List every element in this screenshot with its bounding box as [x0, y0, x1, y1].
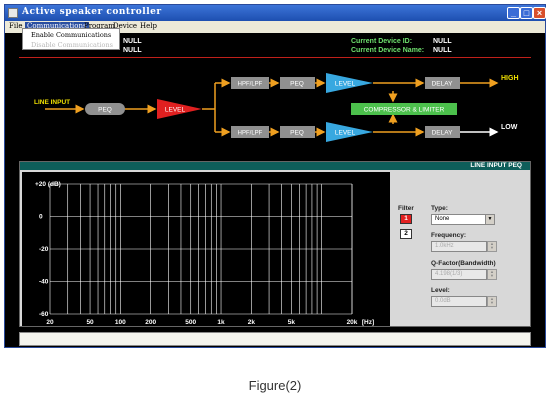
eq-y-axis-label: +20 (dB) [35, 181, 61, 188]
low-delay-label: DELAY [432, 130, 453, 137]
eq-x-axis-label: 500 [185, 319, 196, 326]
status-value-1: NULL [123, 38, 142, 45]
filter-1-button[interactable]: 1 [400, 214, 412, 224]
frequency-label: Frequency: [431, 232, 467, 239]
low-peq-label: PEQ [290, 130, 304, 137]
eq-x-axis-label: [Hz] [362, 319, 374, 326]
type-select[interactable]: None ▼ [431, 214, 495, 225]
qfactor-field[interactable]: 4.198(1/3) [431, 269, 487, 280]
compressor-limiter-label: COMPRESSOR & LIMITER [364, 107, 445, 114]
app-icon [8, 8, 18, 18]
high-hpf-lpf-label: HPF/LPF [238, 82, 263, 88]
low-hpf-lpf-label: HPF/LPF [238, 131, 263, 137]
menu-help[interactable]: Help [140, 22, 157, 30]
app-window: Active speaker controller _ □ × File Com… [4, 4, 546, 348]
filter-label: Filter [398, 205, 414, 212]
frequency-spinner[interactable]: ▲ ▼ [487, 241, 497, 252]
high-level-label: LEVEL [335, 81, 356, 88]
disable-communications-item[interactable]: Disable Communications [31, 41, 113, 49]
level-field[interactable]: 0.0dB [431, 296, 487, 307]
eq-y-axis-label: 0 [39, 214, 43, 221]
chevron-down-icon: ▼ [485, 215, 494, 224]
frequency-field[interactable]: 1.0kHz [431, 241, 487, 252]
peq-panel-title: LINE INPUT PEQ [470, 162, 522, 169]
peq-panel: LINE INPUT PEQ +20 (dB) 0 -20 -40 -60 20 50 10… [19, 161, 531, 327]
eq-y-axis-label: -20 [39, 246, 49, 253]
level-spinner[interactable]: ▲ ▼ [487, 296, 497, 307]
input-level-label: LEVEL [165, 107, 186, 114]
eq-x-axis-label: 20 [46, 319, 54, 326]
high-output-label: HIGH [501, 75, 519, 82]
title-bar: Active speaker controller _ □ × [5, 5, 546, 21]
status-bar [19, 332, 531, 346]
enable-communications-item[interactable]: Enable Communications [31, 31, 111, 39]
close-button[interactable]: × [533, 7, 546, 19]
device-name-value: NULL [433, 47, 452, 54]
type-select-value: None [435, 216, 450, 222]
high-delay-label: DELAY [432, 81, 453, 88]
eq-x-axis-label: 2k [248, 319, 256, 326]
minimize-button[interactable]: _ [507, 7, 520, 19]
type-label: Type: [431, 205, 448, 212]
eq-x-axis-label: 200 [145, 319, 156, 326]
window-title: Active speaker controller [22, 7, 162, 17]
qfactor-spinner[interactable]: ▲ ▼ [487, 269, 497, 280]
level-label: Level: [431, 287, 450, 294]
divider-line [19, 57, 531, 58]
device-id-label: Current Device ID: [351, 38, 413, 45]
maximize-button[interactable]: □ [520, 7, 533, 19]
high-peq-label: PEQ [290, 81, 304, 88]
input-peq-label: PEQ [98, 107, 112, 114]
communications-dropdown: Enable Communications Disable Communicat… [22, 28, 120, 50]
eq-y-axis-label: -40 [39, 279, 49, 286]
eq-x-axis-label: 20k [347, 319, 358, 326]
qfactor-label: Q-Factor(Bandwidth) [431, 260, 496, 267]
eq-x-axis-label: 5k [288, 319, 296, 326]
line-input-label: LINE INPUT [34, 99, 70, 106]
eq-x-axis-label: 50 [86, 319, 94, 326]
status-value-2: NULL [123, 47, 142, 54]
eq-x-axis-label: 1k [217, 319, 225, 326]
low-level-label: LEVEL [335, 130, 356, 137]
eq-x-axis-label: 100 [115, 319, 126, 326]
eq-response-plot[interactable]: +20 (dB) 0 -20 -40 -60 20 50 100 200 500 1k 2k 5k 20… [22, 172, 390, 326]
filter-2-button[interactable]: 2 [400, 229, 412, 239]
eq-y-axis-label: -60 [39, 311, 49, 318]
figure-caption: Figure(2) [248, 378, 302, 393]
device-id-value: NULL [433, 38, 452, 45]
menu-file[interactable]: File [9, 22, 22, 30]
peq-panel-header: LINE INPUT PEQ [20, 162, 530, 170]
device-name-label: Current Device Name: [351, 47, 425, 54]
low-output-label: LOW [501, 124, 518, 131]
signal-flow-diagram: LINE INPUT PEQ LEVEL HPF/LPF PEQ LEVEL D… [34, 73, 519, 142]
